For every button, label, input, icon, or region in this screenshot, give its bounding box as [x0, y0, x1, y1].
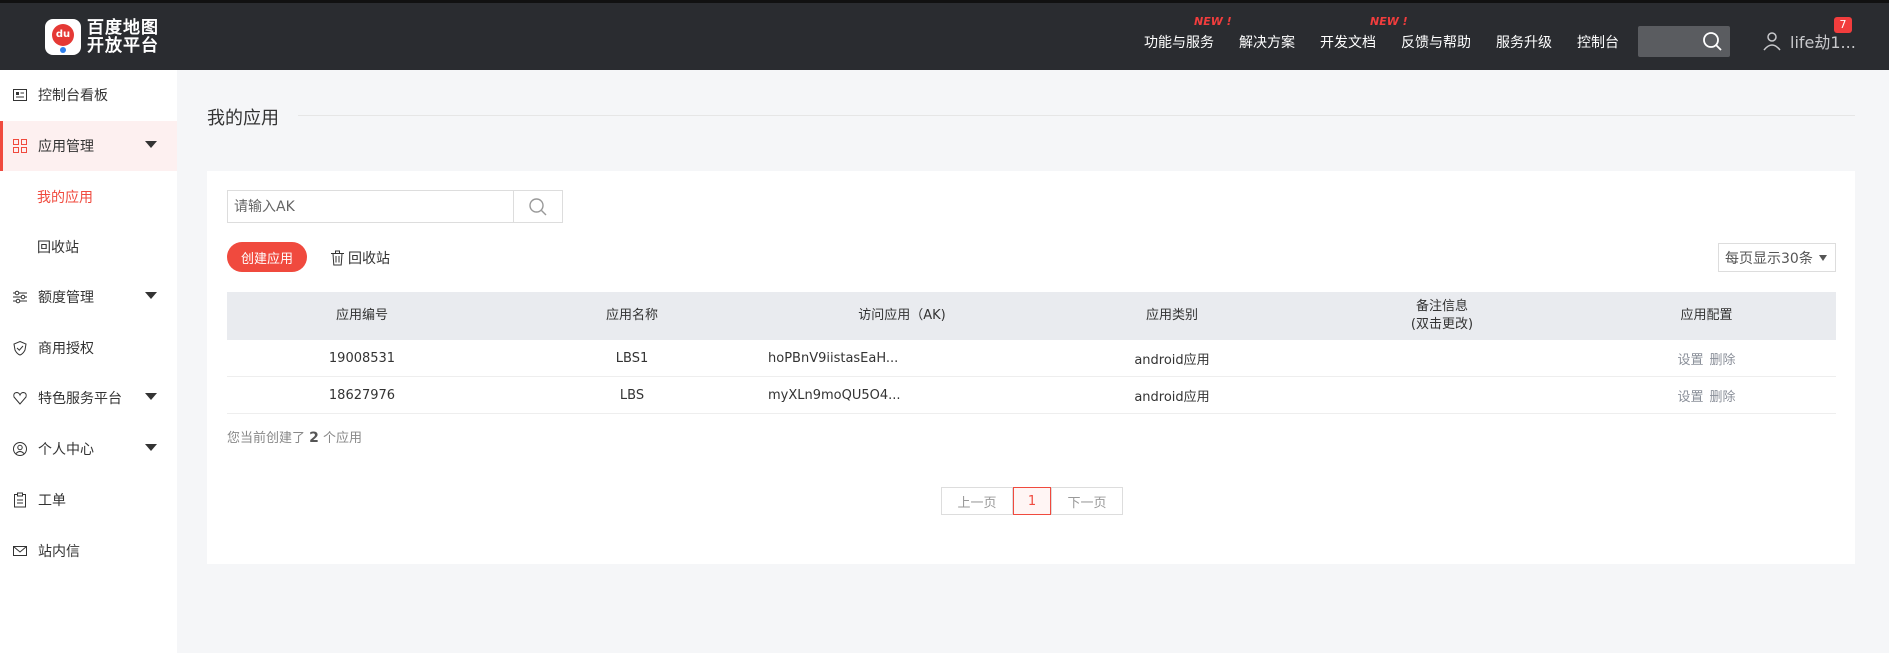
ak-search-input[interactable]: [227, 190, 513, 223]
title-divider: [298, 115, 1855, 116]
cell-category: android应用: [1134, 353, 1210, 368]
next-page-button[interactable]: 下一页: [1051, 487, 1123, 515]
sidebar-item-personal-center[interactable]: 个人中心: [0, 424, 177, 474]
mail-icon: [12, 543, 28, 559]
settings-link[interactable]: 设置: [1677, 349, 1703, 368]
create-app-button[interactable]: 创建应用: [227, 242, 307, 272]
dropdown-arrow-icon: [1819, 255, 1827, 261]
cell-ak[interactable]: hoPBnV9iistasEaH...: [768, 340, 1038, 377]
dashboard-icon: [12, 87, 28, 103]
header-search[interactable]: [1638, 26, 1730, 57]
logo-mark-icon: du: [45, 19, 81, 55]
main-nav: 功能与服务 NEW ! 解决方案 开发文档 NEW ! 反馈与帮助 服务升级 控…: [1119, 15, 1619, 52]
table-row: 19008531 LBS1 hoPBnV9iistasEaH... androi…: [227, 340, 1836, 377]
search-icon[interactable]: [1702, 31, 1722, 51]
sidebar-item-commercial-license[interactable]: 商用授权: [0, 323, 177, 373]
search-icon: [529, 197, 547, 215]
nav-console[interactable]: 控制台: [1577, 32, 1619, 52]
prev-page-button[interactable]: 上一页: [941, 487, 1013, 515]
cell-app-id: 18627976: [328, 388, 396, 403]
cell-config: 设置 删除: [1577, 377, 1836, 414]
sidebar-sub-recycle-bin[interactable]: 回收站: [37, 237, 79, 257]
column-header-app-id: 应用编号: [335, 308, 388, 323]
sidebar-item-quota[interactable]: 额度管理: [0, 272, 177, 322]
page-title: 我的应用: [207, 108, 279, 129]
new-badge: NEW !: [1194, 15, 1232, 28]
grid-icon: [12, 138, 28, 154]
recycle-bin-button[interactable]: 回收站: [330, 248, 390, 268]
nav-upgrade[interactable]: 服务升级: [1496, 32, 1552, 52]
user-circle-icon: [12, 441, 28, 457]
table-row: 18627976 LBS myXLn9moQU5O4... android应用 …: [227, 377, 1836, 414]
cell-app-name: LBS1: [615, 351, 649, 366]
trash-icon: [331, 250, 344, 266]
ak-search-button[interactable]: [513, 190, 563, 223]
page-1-button[interactable]: 1: [1013, 487, 1051, 515]
nav-feedback[interactable]: 反馈与帮助: [1401, 32, 1471, 52]
sidebar-item-dashboard[interactable]: 控制台看板: [0, 70, 177, 120]
baidu-map-logo[interactable]: du 百度地图 开放平台: [45, 19, 159, 55]
chevron-down-icon: [145, 393, 157, 400]
delete-link[interactable]: 删除: [1710, 349, 1736, 368]
column-header-config: 应用配置: [1680, 308, 1733, 323]
app-count-summary: 您当前创建了 2 个应用: [227, 430, 363, 446]
nav-docs[interactable]: 开发文档 NEW !: [1320, 15, 1408, 52]
user-icon: [1763, 32, 1781, 51]
heart-shield-icon: [12, 390, 28, 406]
cell-category: android应用: [1134, 390, 1210, 405]
delete-link[interactable]: 删除: [1710, 386, 1736, 405]
cell-note[interactable]: [1307, 377, 1577, 414]
cell-app-id: 19008531: [328, 351, 396, 366]
nav-features[interactable]: 功能与服务 NEW !: [1144, 15, 1232, 52]
cell-ak[interactable]: myXLn9moQU5O4...: [768, 377, 1038, 414]
logo-line-1: 百度地图: [87, 18, 159, 38]
shield-check-icon: [12, 340, 28, 356]
cell-note[interactable]: [1307, 340, 1577, 377]
top-navbar: du 百度地图 开放平台 功能与服务 NEW ! 解决方案 开发文档 NEW !…: [0, 0, 1889, 70]
column-header-category: 应用类别: [1145, 308, 1198, 323]
logo-line-2: 开放平台: [87, 36, 159, 56]
chevron-down-icon: [145, 444, 157, 451]
settings-link[interactable]: 设置: [1677, 386, 1703, 405]
cell-app-name: LBS: [619, 388, 645, 403]
cell-config: 设置 删除: [1577, 340, 1836, 377]
per-page-select[interactable]: 每页显示30条: [1718, 243, 1836, 272]
nav-solutions[interactable]: 解决方案: [1239, 32, 1295, 52]
clipboard-icon: [12, 492, 28, 508]
column-header-app-name: 应用名称: [605, 308, 658, 323]
sliders-icon: [12, 289, 28, 305]
sidebar-item-featured-services[interactable]: 特色服务平台: [0, 373, 177, 423]
table-header: 应用编号 应用名称 访问应用（AK) 应用类别 备注信息 (双击更改) 应用配置: [227, 292, 1836, 340]
sidebar-item-messages[interactable]: 站内信: [0, 526, 177, 576]
notification-badge: 7: [1834, 17, 1852, 33]
sidebar-item-app-management[interactable]: 应用管理: [0, 121, 177, 171]
user-menu[interactable]: life劫1... 7: [1762, 17, 1856, 53]
chevron-down-icon: [145, 141, 157, 148]
sidebar-sub-my-apps[interactable]: 我的应用: [37, 187, 93, 207]
sidebar-item-tickets[interactable]: 工单: [0, 475, 177, 525]
new-badge: NEW !: [1370, 15, 1408, 28]
column-header-ak: 访问应用（AK): [858, 308, 946, 323]
chevron-down-icon: [145, 292, 157, 299]
column-header-note: 备注信息 (双击更改): [1410, 299, 1474, 332]
